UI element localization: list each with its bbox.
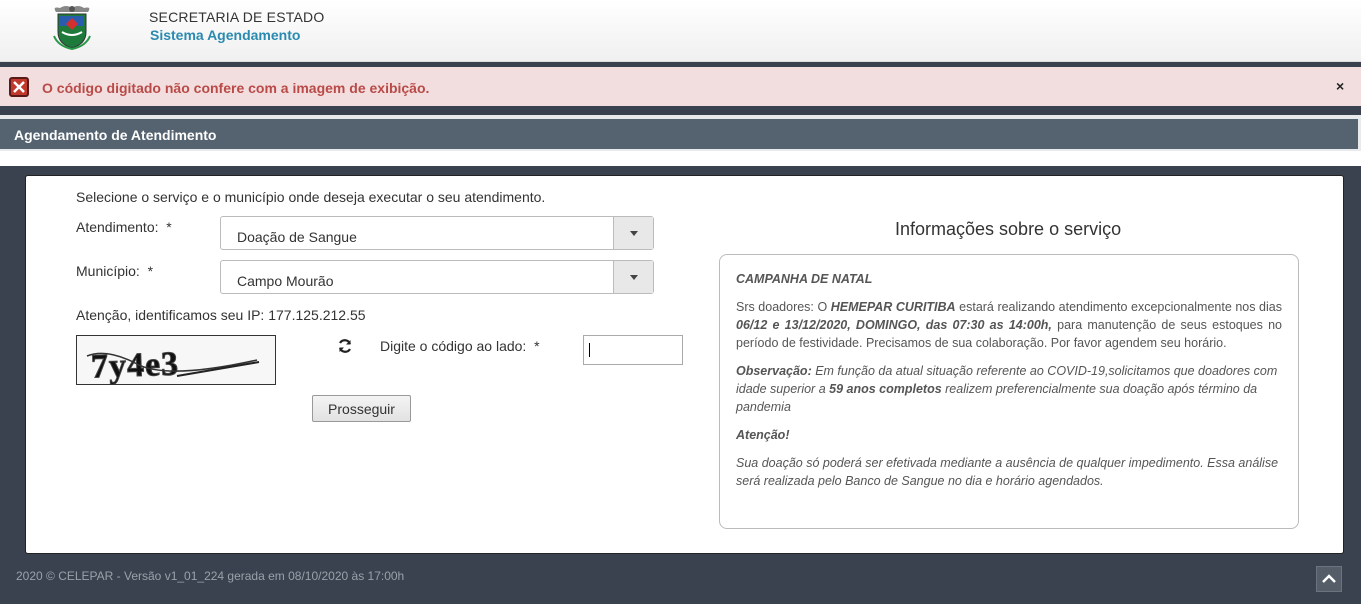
atendimento-value: Doação de Sangue: [237, 229, 357, 245]
scroll-top-button[interactable]: [1316, 566, 1342, 592]
observation-paragraph: Observação: Em função da atual situação …: [736, 362, 1282, 416]
captcha-code-input[interactable]: [583, 335, 683, 365]
p1-text-b: HEMEPAR CURITIBA: [830, 300, 956, 314]
header: SECRETARIA DE ESTADO Sistema Agendamento: [0, 0, 1361, 62]
municipio-dropdown-button[interactable]: [613, 261, 653, 293]
required-mark: *: [147, 263, 154, 279]
prosseguir-button[interactable]: Prosseguir: [312, 395, 411, 422]
obs-text-b: 59 anos completos: [829, 382, 942, 396]
chevron-up-icon: [1322, 574, 1336, 583]
obs-label: Observação:: [736, 364, 812, 378]
municipio-label: Município: *: [76, 263, 153, 279]
captcha-image: 7y4e3: [76, 335, 276, 385]
info-box: CAMPANHA DE NATAL Srs doadores: O HEMEPA…: [719, 254, 1299, 529]
main-panel: Selecione o serviço e o município onde d…: [25, 175, 1344, 554]
section-divider: [0, 151, 1361, 166]
required-mark: *: [166, 219, 172, 235]
footer-text: 2020 © CELEPAR - Versão v1_01_224 gerada…: [16, 569, 405, 583]
section-header: Agendamento de Atendimento: [0, 115, 1361, 151]
p1-text-c: estará realizando atendimento excepciona…: [955, 300, 1282, 314]
code-label: Digite o código ao lado: *: [380, 338, 540, 354]
text-cursor: [589, 343, 590, 357]
close-icon[interactable]: ×: [1336, 78, 1344, 94]
captcha-text: 7y4e3: [90, 346, 179, 385]
chevron-down-icon: [630, 231, 638, 236]
section-title: Agendamento de Atendimento: [14, 127, 217, 143]
ip-notice: Atenção, identificamos seu IP: 177.125.2…: [76, 307, 366, 323]
intro-text: Selecione o serviço e o município onde d…: [76, 189, 546, 205]
p1-text-d: 06/12 e 13/12/2020, DOMINGO, das 07:30 a…: [736, 318, 1052, 332]
campaign-heading: CAMPANHA DE NATAL: [736, 272, 873, 286]
error-x-icon: [9, 77, 29, 97]
refresh-icon[interactable]: [337, 338, 353, 354]
chevron-down-icon: [630, 275, 638, 280]
info-paragraph-1: Srs doadores: O HEMEPAR CURITIBA estará …: [736, 298, 1282, 352]
p1-text-a: Srs doadores: O: [736, 300, 831, 314]
atendimento-select[interactable]: Doação de Sangue: [220, 216, 654, 250]
final-paragraph: Sua doação só poderá ser efetivada media…: [736, 456, 1279, 488]
municipio-label-text: Município:: [76, 263, 140, 279]
code-label-text: Digite o código ao lado:: [380, 338, 527, 354]
municipio-select[interactable]: Campo Mourão: [220, 260, 654, 294]
section-bar: Agendamento de Atendimento: [0, 119, 1358, 149]
required-mark: *: [534, 338, 540, 354]
parana-coat-of-arms-icon: [53, 6, 91, 50]
atendimento-label-text: Atendimento:: [76, 219, 159, 235]
attention-heading: Atenção!: [736, 428, 790, 442]
municipio-value: Campo Mourão: [237, 273, 334, 289]
atendimento-dropdown-button[interactable]: [613, 217, 653, 249]
alert-message: O código digitado não confere com a imag…: [42, 80, 430, 96]
atendimento-label: Atendimento: *: [76, 219, 172, 235]
header-subtitle: Sistema Agendamento: [150, 27, 301, 43]
info-title: Informações sobre o serviço: [895, 219, 1122, 239]
header-title: SECRETARIA DE ESTADO: [149, 9, 325, 25]
error-alert: O código digitado não confere com a imag…: [0, 67, 1361, 109]
